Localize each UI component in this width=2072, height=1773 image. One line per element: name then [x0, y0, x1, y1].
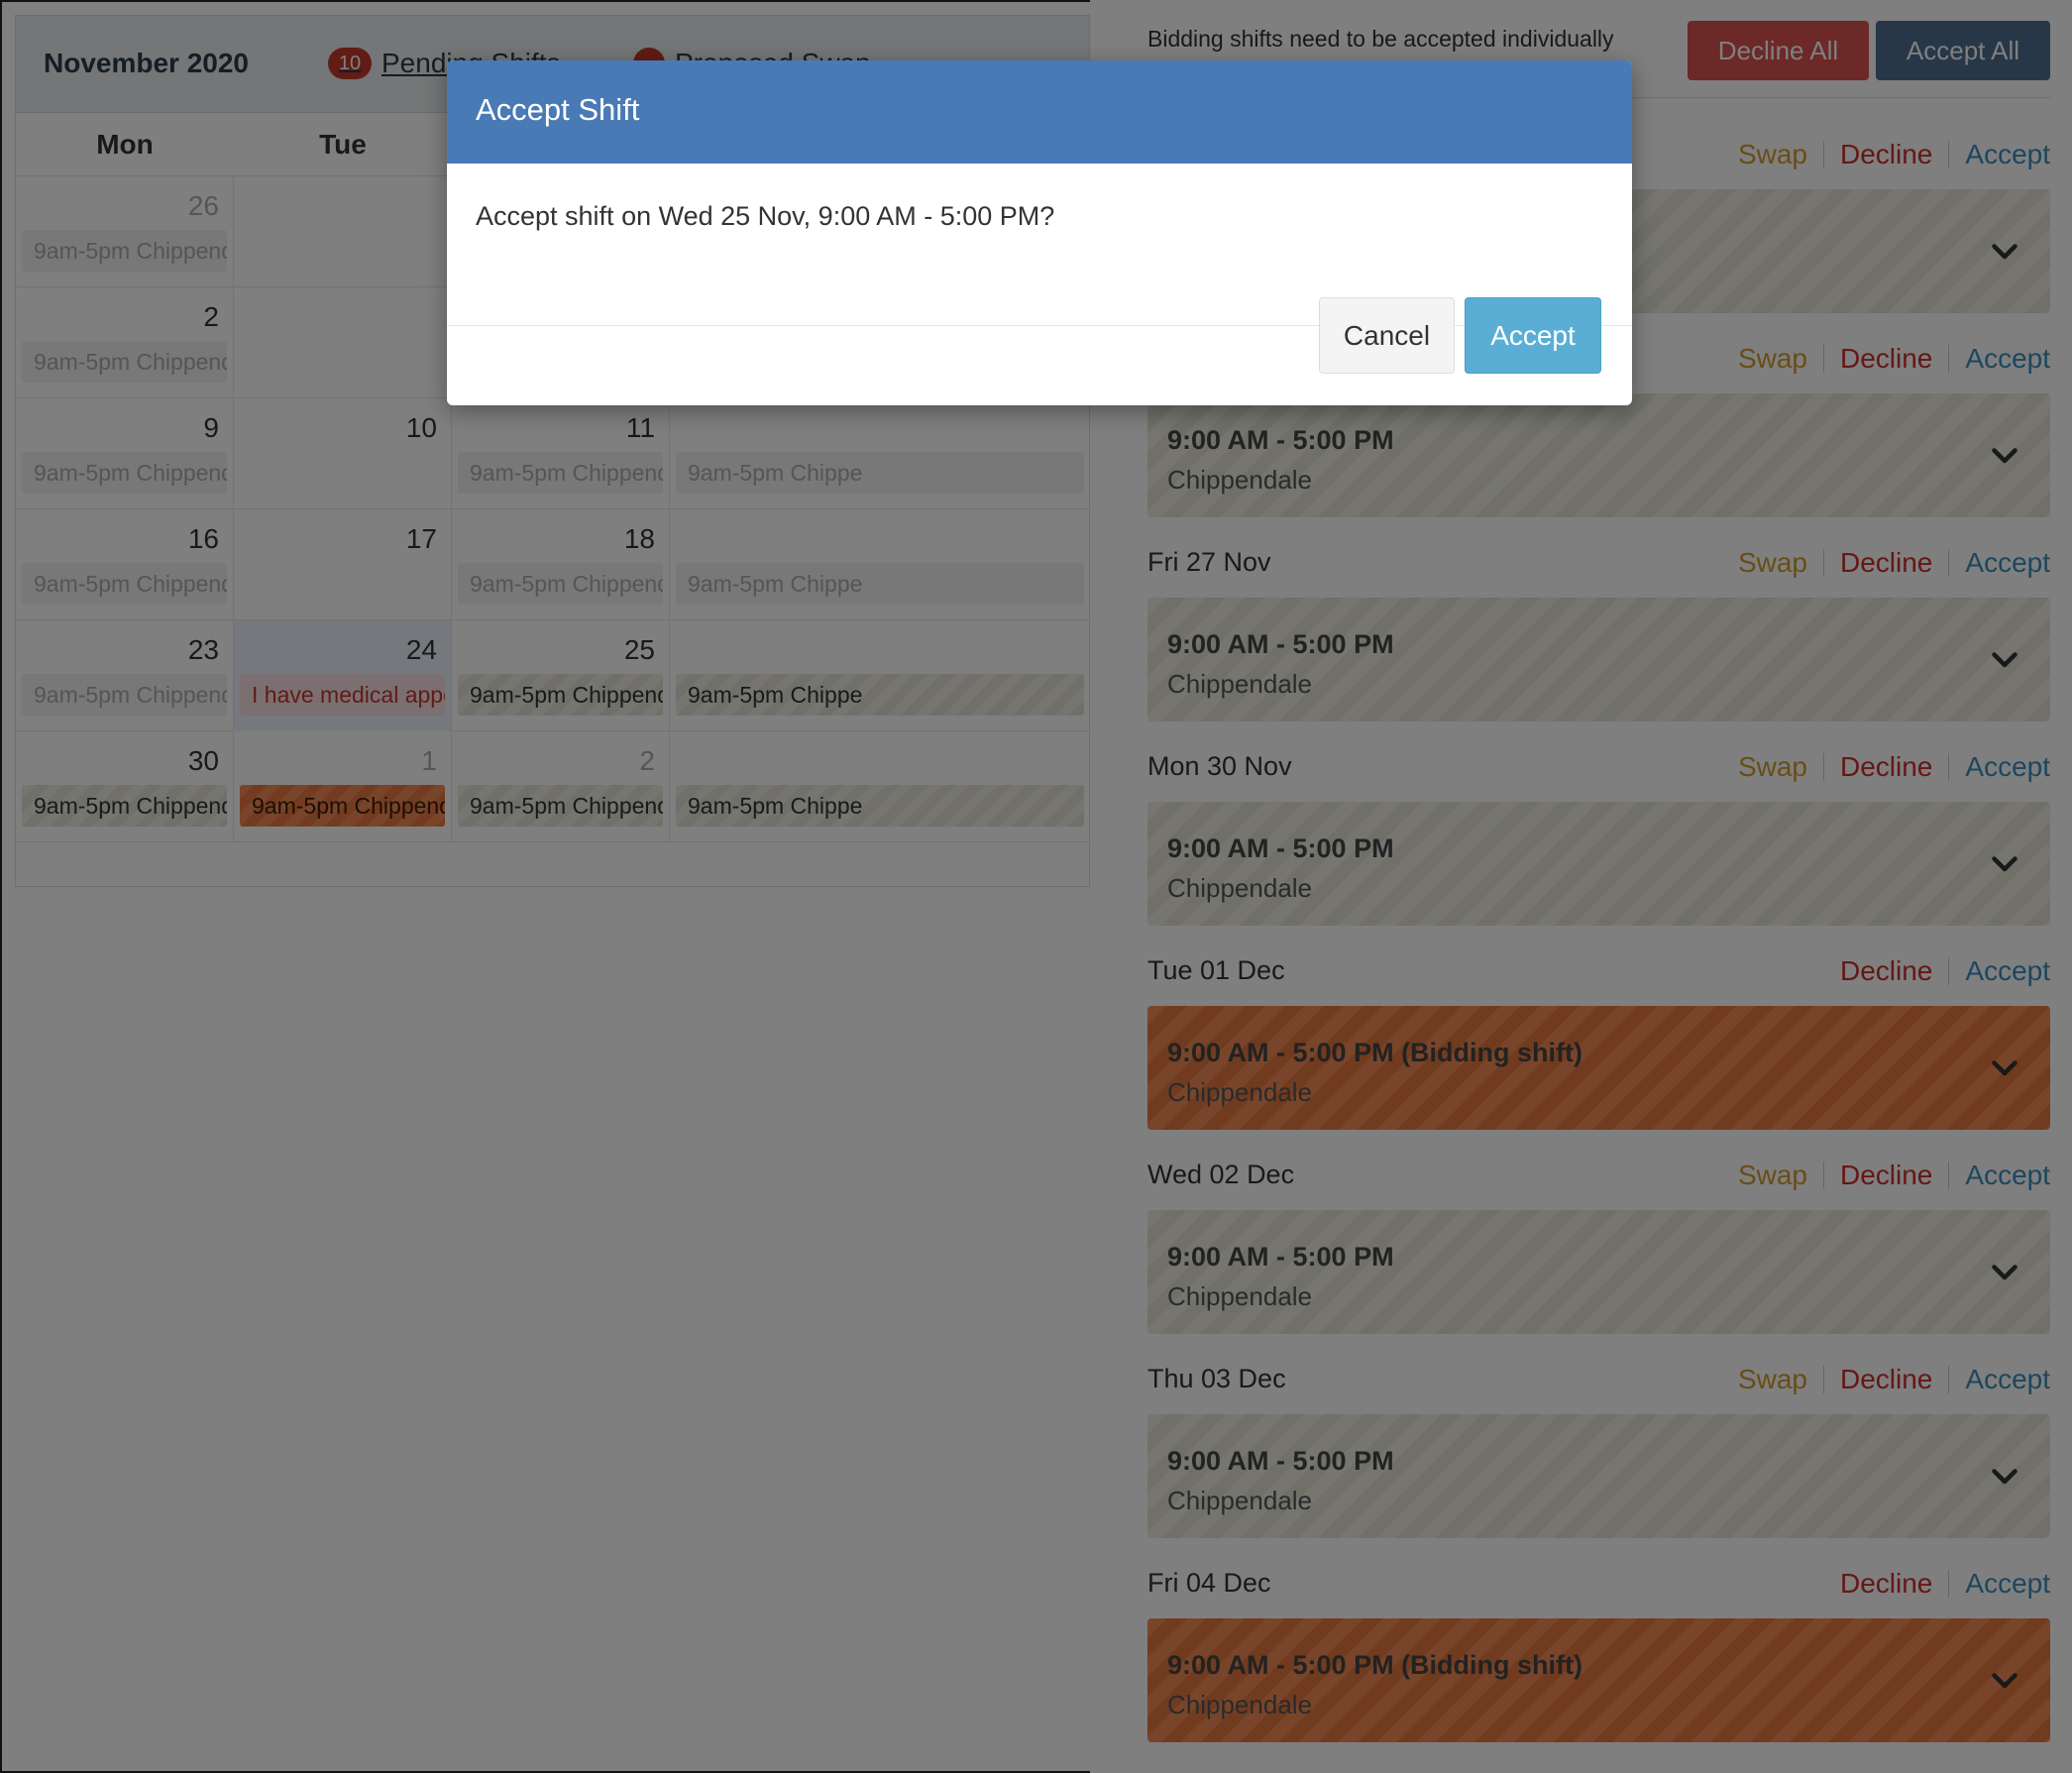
- cancel-button[interactable]: Cancel: [1319, 297, 1455, 374]
- modal-header: Accept Shift: [447, 60, 1632, 164]
- accept-shift-modal: Accept Shift Accept shift on Wed 25 Nov,…: [447, 60, 1632, 405]
- modal-title: Accept Shift: [476, 92, 640, 127]
- accept-button[interactable]: Accept: [1465, 297, 1601, 374]
- modal-message: Accept shift on Wed 25 Nov, 9:00 AM - 5:…: [476, 201, 1055, 231]
